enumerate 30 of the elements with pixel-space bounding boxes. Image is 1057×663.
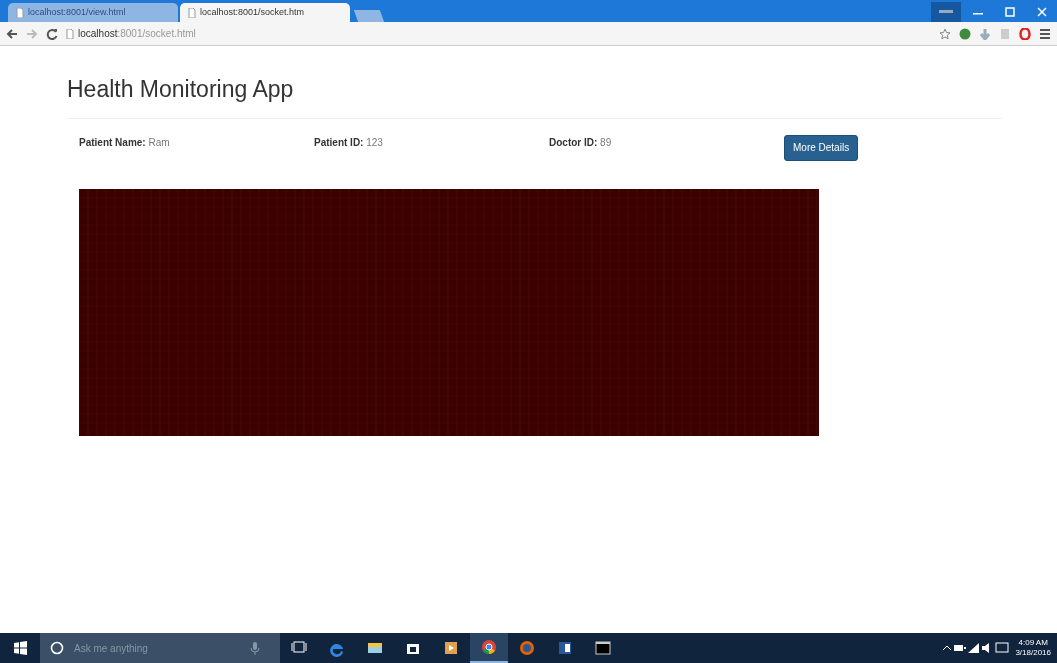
- notification-icon[interactable]: [995, 642, 1010, 654]
- battery-icon[interactable]: [953, 642, 968, 654]
- info-text: Patient Name: Ram: [79, 136, 170, 148]
- search-field[interactable]: Ask me anything: [40, 633, 280, 663]
- browser-tab[interactable]: localhost:8001/view.html: [8, 3, 178, 22]
- terminal-icon: [594, 639, 612, 657]
- profile-button[interactable]: [931, 2, 961, 22]
- opera-icon[interactable]: [1019, 27, 1031, 40]
- info-text: Doctor ID: 89: [549, 136, 612, 148]
- word-document-icon: [556, 639, 574, 657]
- chevron-up-icon[interactable]: [941, 643, 954, 653]
- star-icon[interactable]: [939, 27, 951, 40]
- page-icon: [188, 7, 196, 18]
- app-title: Health Monitoring App: [67, 76, 1002, 119]
- back-icon[interactable]: [6, 27, 18, 40]
- firefox-browser-icon: [518, 639, 536, 657]
- media-player-icon: [442, 639, 460, 657]
- browser-tab[interactable]: localhost:8001/socket.htm: [180, 3, 350, 22]
- microphone-icon: [250, 641, 260, 655]
- cortana-icon: [50, 641, 64, 655]
- more-details-button[interactable]: More Details: [784, 134, 859, 161]
- page-icon: [16, 7, 24, 18]
- info-text: Patient ID: 123: [314, 136, 383, 148]
- taskbar-clock[interactable]: 4:09 AM 3/18/2016: [1009, 638, 1057, 658]
- search-input[interactable]: Ask me anything: [72, 639, 242, 657]
- page-icon: [66, 28, 74, 39]
- chrome-browser-icon: [480, 638, 498, 656]
- reload-icon[interactable]: [46, 27, 58, 40]
- extension-icon[interactable]: [959, 27, 971, 40]
- menu-icon[interactable]: [1039, 27, 1051, 40]
